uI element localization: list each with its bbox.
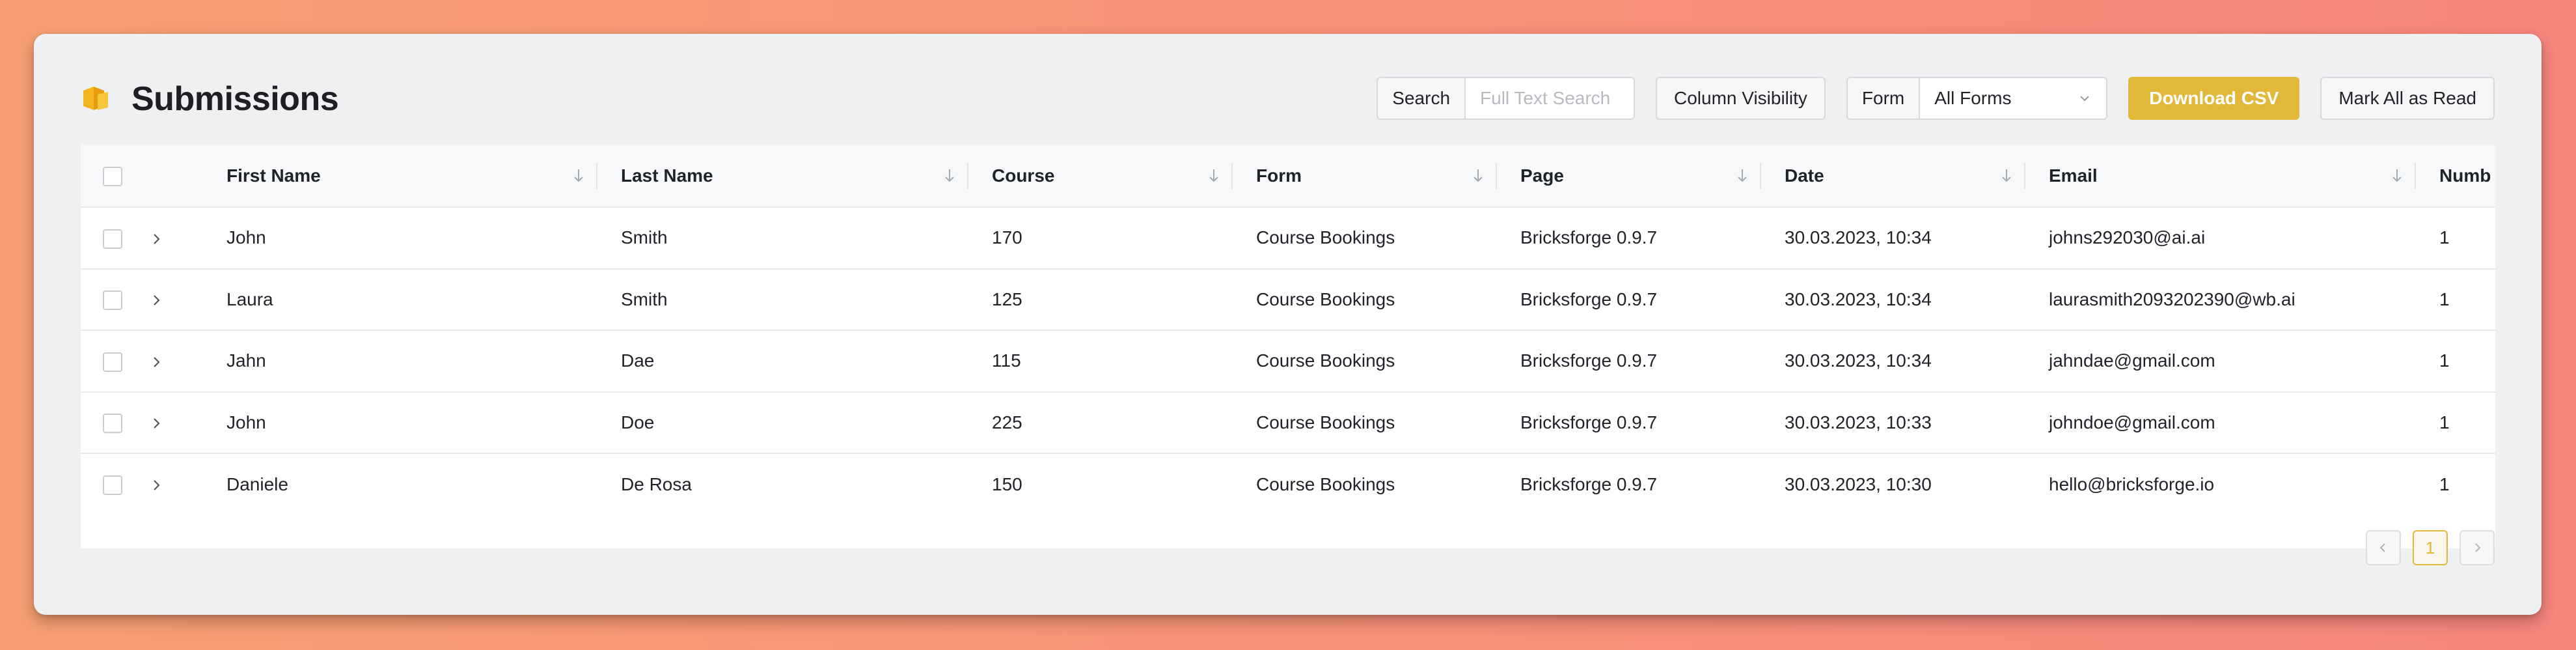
page-number-button[interactable]: 1 [2413, 530, 2448, 565]
cell-last-name: De Rosa [621, 473, 692, 494]
sort-arrow-icon[interactable] [1735, 167, 1749, 184]
search-input[interactable]: Full Text Search [1464, 77, 1636, 120]
next-page-button[interactable] [2460, 530, 2495, 565]
cell-form: Course Bookings [1256, 227, 1395, 248]
cell-first-name: John [226, 412, 266, 432]
sort-arrow-icon[interactable] [2390, 167, 2404, 184]
row-checkbox[interactable] [103, 229, 122, 249]
chevron-right-icon[interactable] [148, 354, 164, 370]
form-select-value: All Forms [1934, 88, 2012, 108]
form-filter-group: Form All Forms [1846, 77, 2108, 120]
page-title: Submissions [131, 80, 339, 118]
table-row[interactable]: John Smith 170 Course Bookings Bricksforge 0… [81, 207, 2495, 269]
cell-form: Course Bookings [1256, 289, 1395, 309]
cell-date: 30.03.2023, 10:33 [1785, 412, 1932, 432]
column-header-page[interactable]: Page [1497, 145, 1761, 207]
header-bar: Submissions Search Full Text Search Colu… [81, 74, 2495, 129]
cell-date: 30.03.2023, 10:30 [1785, 473, 1932, 494]
brand: Submissions [81, 79, 339, 119]
row-checkbox[interactable] [103, 352, 122, 372]
search-label: Search [1377, 77, 1465, 120]
cell-course: 125 [992, 289, 1022, 309]
cell-number: 1 [2439, 473, 2450, 494]
cell-email: johndoe@gmail.com [2049, 412, 2215, 432]
row-checkbox[interactable] [103, 414, 122, 434]
cell-form: Course Bookings [1256, 350, 1395, 371]
search-group: Search Full Text Search [1377, 77, 1636, 120]
row-checkbox[interactable] [103, 475, 122, 496]
cell-number: 1 [2439, 350, 2450, 371]
pagination: 1 [2366, 530, 2495, 565]
cell-first-name: Laura [226, 289, 273, 309]
form-label: Form [1846, 77, 1919, 120]
sort-arrow-icon[interactable] [1471, 167, 1485, 184]
cell-page: Bricksforge 0.9.7 [1520, 473, 1658, 494]
cell-number: 1 [2439, 412, 2450, 432]
cell-number: 1 [2439, 289, 2450, 309]
cell-last-name: Smith [621, 227, 668, 248]
cell-first-name: John [226, 227, 266, 248]
cell-email: johns292030@ai.ai [2049, 227, 2206, 248]
cell-last-name: Doe [621, 412, 655, 432]
cell-course: 225 [992, 412, 1022, 432]
mark-all-read-button[interactable]: Mark All as Read [2320, 77, 2495, 120]
cell-email: laurasmith2093202390@wb.ai [2049, 289, 2295, 309]
cell-form: Course Bookings [1256, 473, 1395, 494]
cell-date: 30.03.2023, 10:34 [1785, 350, 1932, 371]
sort-arrow-icon[interactable] [1207, 167, 1221, 184]
chevron-down-icon [2080, 96, 2089, 102]
cell-form: Course Bookings [1256, 412, 1395, 432]
cell-email: hello@bricksforge.io [2049, 473, 2215, 494]
table-header-row: First Name Last Name Course Form Page Da… [81, 145, 2495, 207]
column-header-course[interactable]: Course [968, 145, 1233, 207]
sort-arrow-icon[interactable] [942, 167, 957, 184]
table-row[interactable]: Jahn Dae 115 Course Bookings Bricksforge 0.9… [81, 330, 2495, 392]
cell-first-name: Jahn [226, 350, 266, 371]
table-row[interactable]: John Doe 225 Course Bookings Bricksforge 0.9… [81, 391, 2495, 454]
select-all-checkbox[interactable] [103, 166, 122, 186]
cell-page: Bricksforge 0.9.7 [1520, 350, 1658, 371]
cell-last-name: Dae [621, 350, 655, 371]
cell-course: 150 [992, 473, 1022, 494]
cell-first-name: Daniele [226, 473, 288, 494]
cell-course: 115 [992, 350, 1021, 371]
cell-last-name: Smith [621, 289, 668, 309]
chevron-right-icon [2475, 543, 2481, 552]
chevron-right-icon[interactable] [148, 231, 164, 247]
cell-page: Bricksforge 0.9.7 [1520, 227, 1658, 248]
chevron-right-icon[interactable] [148, 477, 164, 493]
column-header-date[interactable]: Date [1761, 145, 2025, 207]
download-csv-button[interactable]: Download CSV [2128, 77, 2300, 120]
bricksforge-logo-icon [83, 87, 108, 110]
cell-date: 30.03.2023, 10:34 [1785, 289, 1932, 309]
column-visibility-button[interactable]: Column Visibility [1656, 77, 1826, 120]
cell-course: 170 [992, 227, 1022, 248]
form-select[interactable]: All Forms [1919, 77, 2108, 120]
table-row[interactable]: Laura Smith 125 Course Bookings Bricksforge … [81, 268, 2495, 331]
chevron-right-icon[interactable] [148, 416, 164, 431]
submissions-panel: Submissions Search Full Text Search Colu… [34, 34, 2542, 615]
column-header-email[interactable]: Email [2025, 145, 2416, 207]
cell-date: 30.03.2023, 10:34 [1785, 227, 1932, 248]
submissions-table: First Name Last Name Course Form Page Da… [81, 145, 2495, 548]
cell-page: Bricksforge 0.9.7 [1520, 412, 1658, 432]
row-checkbox[interactable] [103, 290, 122, 311]
cell-page: Bricksforge 0.9.7 [1520, 289, 1658, 309]
column-header-last-name[interactable]: Last Name [597, 145, 968, 207]
chevron-right-icon[interactable] [148, 292, 164, 308]
chevron-left-icon [2379, 543, 2385, 552]
table-row[interactable]: Daniele De Rosa 150 Course Bookings Bricksfo… [81, 453, 2495, 515]
toolbar: Search Full Text Search Column Visibilit… [1377, 77, 2495, 120]
sort-arrow-icon[interactable] [1999, 167, 2014, 184]
column-header-form[interactable]: Form [1233, 145, 1497, 207]
prev-page-button[interactable] [2366, 530, 2401, 565]
cell-number: 1 [2439, 227, 2450, 248]
sort-arrow-icon[interactable] [571, 167, 586, 184]
cell-email: jahndae@gmail.com [2049, 350, 2215, 371]
column-header-first-name[interactable]: First Name [226, 145, 597, 207]
column-header-number[interactable]: Numb [2416, 145, 2495, 207]
